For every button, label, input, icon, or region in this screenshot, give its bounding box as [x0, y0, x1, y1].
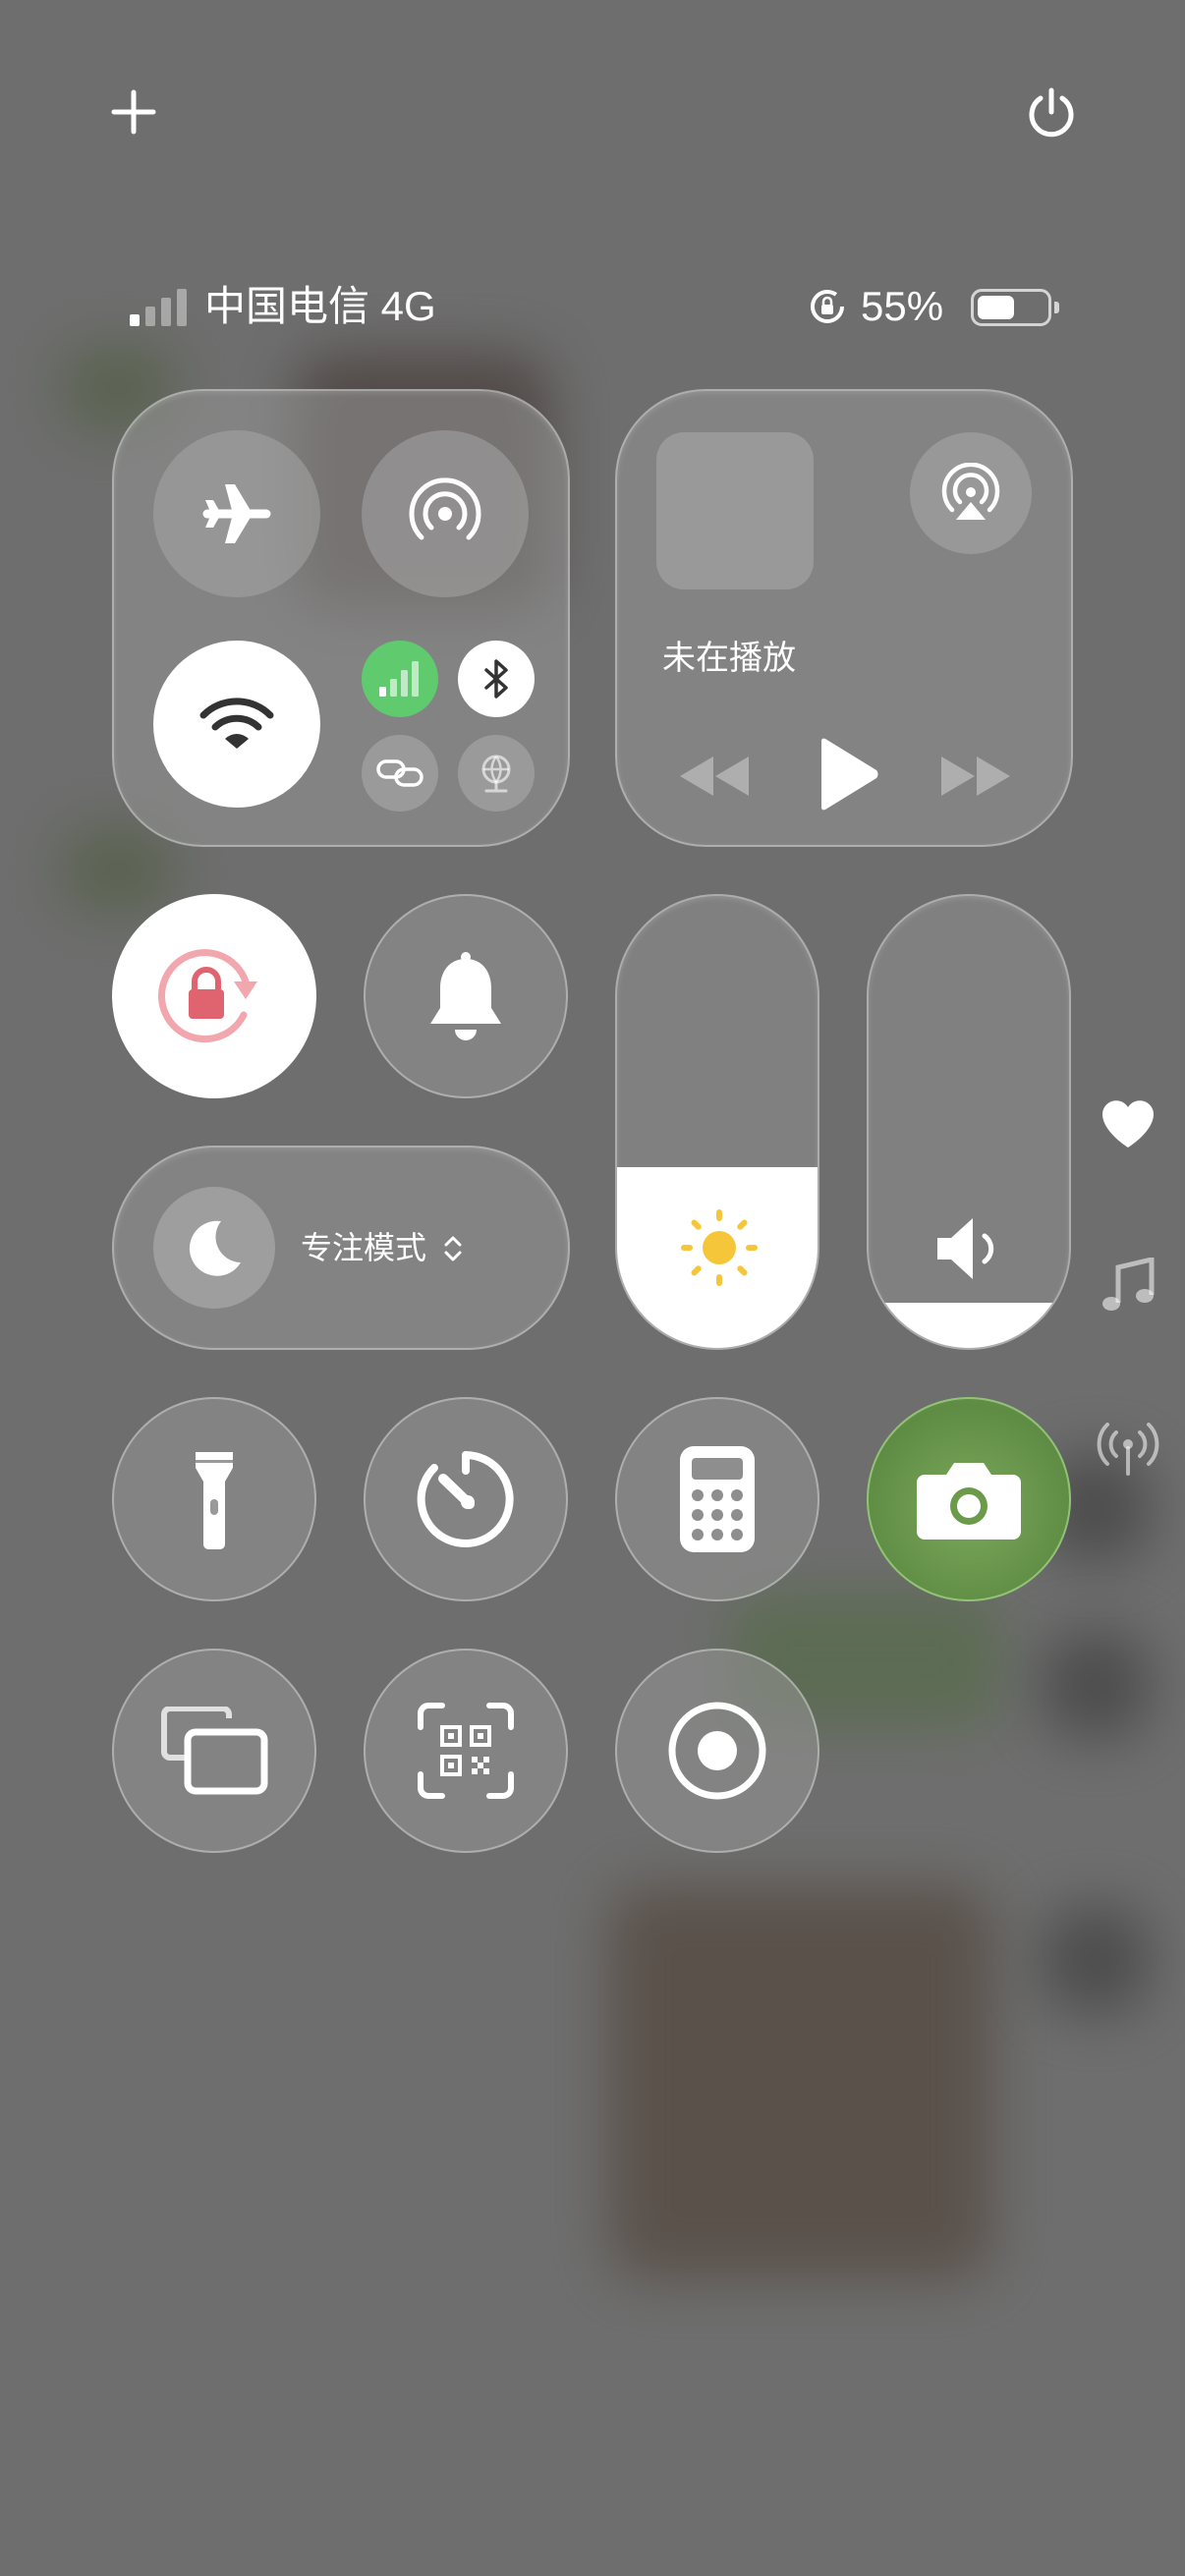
timer-icon — [417, 1451, 514, 1547]
flashlight-icon — [196, 1452, 233, 1549]
music-note-icon[interactable] — [1100, 1258, 1156, 1316]
rotation-lock-icon — [158, 949, 257, 1043]
antenna-icon[interactable] — [1097, 1421, 1159, 1476]
silent-mode-toggle[interactable] — [364, 894, 568, 1098]
previous-track-button[interactable] — [676, 751, 751, 802]
play-icon — [821, 738, 878, 811]
airplane-mode-toggle[interactable] — [153, 430, 320, 597]
screen-recording-button[interactable] — [615, 1649, 819, 1853]
personal-hotspot-toggle[interactable] — [362, 735, 438, 812]
vpn-toggle[interactable] — [458, 735, 535, 812]
cellular-data-toggle[interactable] — [362, 641, 438, 717]
bell-icon — [430, 952, 501, 1040]
heart-icon[interactable] — [1100, 1098, 1156, 1149]
timer-button[interactable] — [364, 1397, 568, 1601]
battery-icon — [971, 289, 1059, 326]
link-icon — [376, 759, 423, 787]
focus-mode-button[interactable]: 专注模式 — [112, 1146, 570, 1350]
qr-scanner-icon — [418, 1703, 514, 1799]
cellular-bars-icon — [379, 661, 419, 697]
globe-network-icon — [481, 755, 511, 793]
now-playing-title: 未在播放 — [662, 640, 796, 677]
chevron-up-down-icon — [444, 1236, 462, 1261]
screen-mirroring-icon — [161, 1707, 268, 1795]
now-playing-panel: 未在播放 — [615, 389, 1073, 847]
status-bar: 中国电信 4G 55% — [128, 277, 1061, 336]
camera-icon — [917, 1463, 1021, 1540]
airplay-button[interactable] — [910, 432, 1032, 554]
speaker-icon — [937, 1218, 994, 1279]
next-track-button[interactable] — [939, 751, 1014, 802]
airdrop-toggle[interactable] — [362, 430, 529, 597]
focus-moon-circle — [153, 1187, 275, 1309]
airplane-icon — [202, 484, 271, 543]
airplay-audio-icon — [941, 463, 1000, 520]
connectivity-panel — [112, 389, 570, 847]
code-scanner-button[interactable] — [364, 1649, 568, 1853]
add-control-button[interactable] — [108, 86, 159, 138]
record-icon — [668, 1702, 766, 1800]
battery-percent: 55% — [861, 283, 944, 329]
volume-fill — [869, 1303, 1069, 1348]
signal-strength-icon — [130, 289, 187, 326]
moon-icon — [189, 1220, 241, 1276]
album-art-placeholder — [656, 432, 814, 589]
focus-mode-label: 专注模式 — [301, 1230, 427, 1265]
bluetooth-icon — [484, 659, 508, 699]
airdrop-icon — [409, 477, 481, 540]
screen-mirroring-button[interactable] — [112, 1649, 316, 1853]
carrier-label: 中国电信 4G — [204, 283, 436, 329]
power-button[interactable] — [1022, 83, 1081, 141]
calculator-icon — [680, 1446, 755, 1552]
rotation-lock-status-icon — [811, 290, 844, 323]
camera-button[interactable] — [867, 1397, 1071, 1601]
calculator-button[interactable] — [615, 1397, 819, 1601]
flashlight-button[interactable] — [112, 1397, 316, 1601]
brightness-slider[interactable] — [615, 894, 819, 1350]
wifi-icon — [199, 698, 274, 749]
bluetooth-toggle[interactable] — [458, 641, 535, 717]
orientation-lock-toggle[interactable] — [112, 894, 316, 1098]
volume-slider[interactable] — [867, 894, 1071, 1350]
sun-icon — [681, 1209, 758, 1286]
play-button[interactable] — [816, 737, 880, 812]
fast-forward-icon — [941, 756, 1010, 796]
wifi-toggle[interactable] — [153, 641, 320, 808]
power-icon — [1029, 87, 1074, 138]
rewind-icon — [680, 756, 749, 796]
plus-icon — [111, 89, 156, 135]
